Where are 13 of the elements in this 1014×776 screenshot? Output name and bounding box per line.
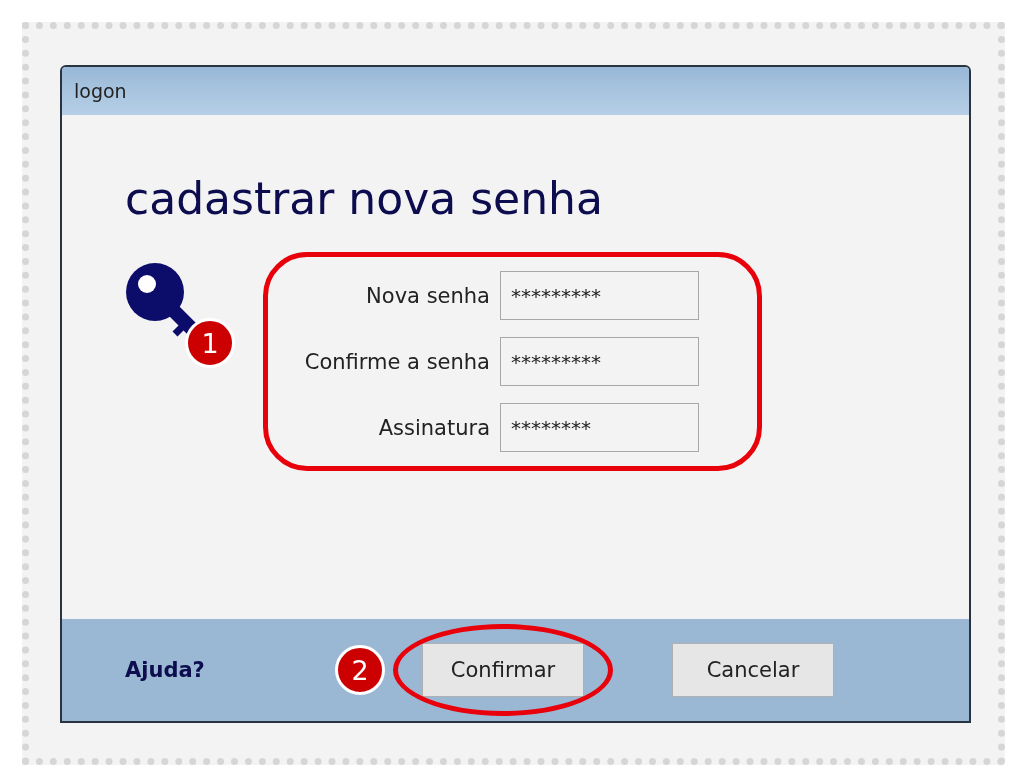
field-label: Nova senha: [365, 283, 490, 308]
field-label: Assinatura: [377, 415, 490, 440]
cancel-button[interactable]: Cancelar: [672, 643, 834, 697]
confirm-button[interactable]: Confirmar: [422, 643, 584, 697]
field-label: Confirme a senha: [303, 349, 490, 374]
window-title: logon: [74, 80, 127, 102]
dialog-heading: cadastrar nova senha: [125, 173, 603, 224]
help-link[interactable]: Ajuda?: [125, 658, 335, 682]
step-number-marker: 1: [185, 318, 235, 368]
step-number-marker: 2: [335, 645, 385, 695]
password-field[interactable]: *********: [500, 337, 699, 386]
password-field[interactable]: ********: [500, 403, 699, 452]
password-field[interactable]: *********: [500, 271, 699, 320]
